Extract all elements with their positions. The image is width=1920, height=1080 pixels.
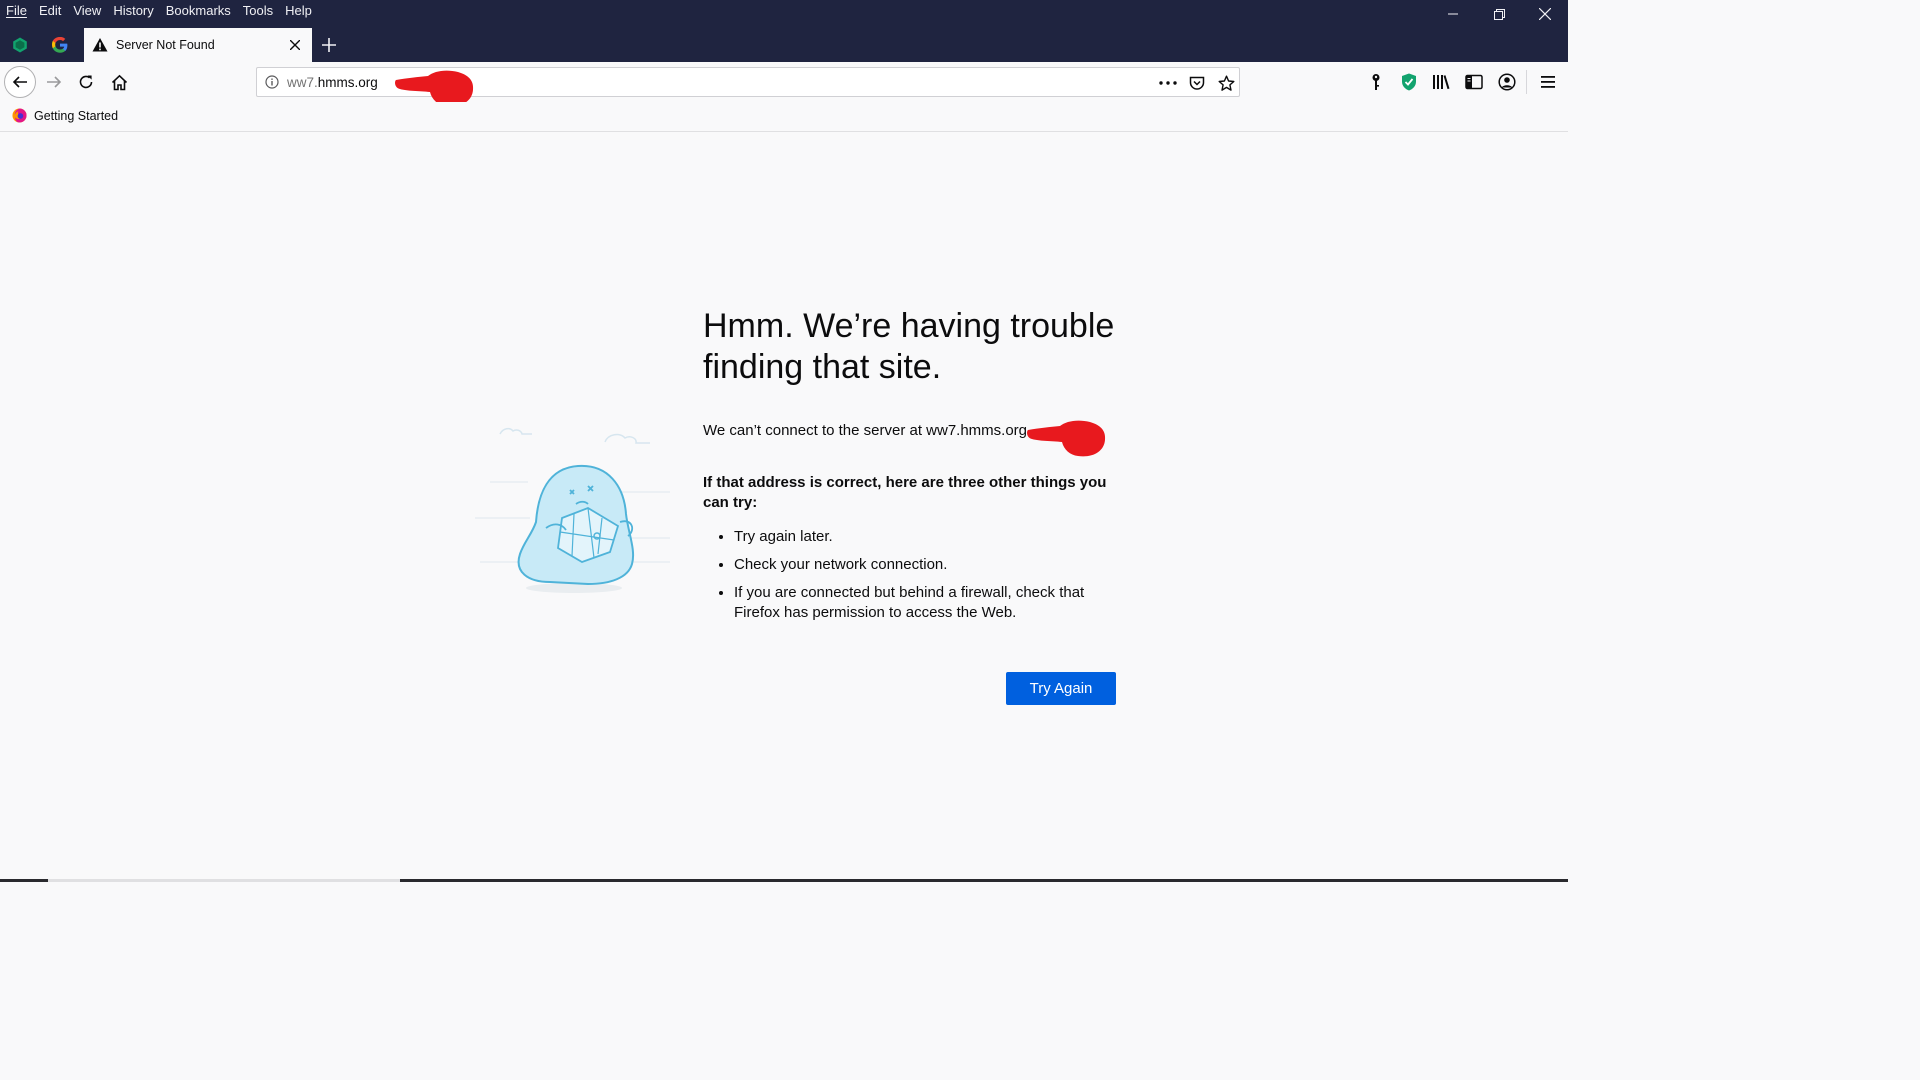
- menu-edit[interactable]: Edit: [33, 0, 67, 22]
- error-title: Hmm. We’re having trouble finding that s…: [703, 307, 1115, 386]
- bookmark-getting-started[interactable]: Getting Started: [12, 108, 118, 123]
- horizontal-scrollbar-thumb[interactable]: [48, 879, 400, 882]
- window-controls: [1430, 0, 1568, 28]
- reload-icon: [79, 75, 93, 89]
- suggestions-heading: If that address is correct, here are thr…: [703, 474, 1107, 511]
- menu-file[interactable]: File: [0, 0, 33, 22]
- navigation-toolbar: ww7.hmms.org: [0, 62, 1568, 102]
- minimize-icon: [1448, 13, 1458, 15]
- warning-icon: [92, 38, 108, 52]
- pinned-tab-google[interactable]: [40, 28, 80, 62]
- close-window-button[interactable]: [1522, 0, 1568, 28]
- menu-history[interactable]: History: [107, 0, 159, 22]
- close-icon: [1539, 8, 1551, 20]
- sidebar-icon: [1465, 74, 1483, 90]
- url-subdomain: ww7.: [287, 75, 318, 90]
- red-annotation-arrow-text: [1027, 420, 1106, 457]
- toolbar-separator: [1526, 70, 1527, 94]
- security-extension-button[interactable]: [1397, 70, 1421, 94]
- menu-bar: File Edit View History Bookmarks Tools H…: [0, 0, 318, 22]
- tab-server-not-found[interactable]: Server Not Found: [84, 28, 312, 62]
- try-again-button[interactable]: Try Again: [1006, 672, 1116, 705]
- menu-button[interactable]: [1536, 70, 1560, 94]
- info-icon[interactable]: [265, 75, 279, 89]
- menu-bookmarks[interactable]: Bookmarks: [160, 0, 237, 22]
- reload-button[interactable]: [70, 66, 102, 98]
- menu-help[interactable]: Help: [279, 0, 318, 22]
- account-button[interactable]: [1495, 70, 1519, 94]
- account-icon: [1498, 73, 1516, 91]
- back-button[interactable]: [4, 66, 36, 98]
- star-icon: [1218, 75, 1234, 91]
- minimize-button[interactable]: [1430, 0, 1476, 28]
- tab-strip: Server Not Found: [0, 28, 346, 62]
- shield-check-icon: [1402, 73, 1416, 91]
- pinned-tab-extension[interactable]: [0, 28, 40, 62]
- tab-title: Server Not Found: [116, 38, 215, 52]
- suggestions-list: Try again later. Check your network conn…: [703, 527, 1123, 623]
- new-tab-button[interactable]: [312, 28, 346, 62]
- home-icon: [111, 74, 127, 90]
- hamburger-menu-icon: [1541, 76, 1555, 88]
- forward-button[interactable]: [38, 66, 70, 98]
- home-button[interactable]: [103, 66, 135, 98]
- pocket-icon: [1189, 76, 1205, 90]
- google-icon: [52, 37, 68, 53]
- close-icon: [290, 40, 300, 50]
- page-actions-button[interactable]: [1157, 72, 1179, 94]
- menu-view[interactable]: View: [67, 0, 107, 22]
- menu-tools[interactable]: Tools: [237, 0, 279, 22]
- key-icon: [1372, 74, 1380, 90]
- library-icon: [1433, 75, 1450, 90]
- suggestion-item: If you are connected but behind a firewa…: [734, 583, 1123, 623]
- error-illustration: [475, 427, 670, 593]
- tab-close-button[interactable]: [286, 36, 304, 54]
- bookmark-label: Getting Started: [34, 108, 119, 123]
- firefox-icon: [12, 108, 27, 123]
- arrow-right-icon: [47, 76, 62, 88]
- library-button[interactable]: [1429, 70, 1453, 94]
- error-message-block: Hmm. We’re having trouble finding that s…: [703, 306, 1123, 631]
- restore-icon: [1493, 8, 1505, 20]
- more-dots-icon: [1159, 81, 1177, 85]
- bookmarks-toolbar: Getting Started: [0, 102, 1568, 132]
- sidebar-button[interactable]: [1462, 70, 1486, 94]
- plus-icon: [322, 38, 336, 52]
- url-domain: hmms.org: [317, 75, 378, 90]
- error-page: Hmm. We’re having trouble finding that s…: [0, 132, 1568, 882]
- pocket-button[interactable]: [1186, 72, 1208, 94]
- restore-button[interactable]: [1476, 0, 1522, 28]
- shield-app-icon: [13, 37, 27, 53]
- arrow-left-icon: [12, 76, 27, 88]
- suggestion-item: Try again later.: [734, 527, 1123, 547]
- url-text: ww7.hmms.org: [287, 75, 378, 90]
- bookmark-star-button[interactable]: [1215, 72, 1237, 94]
- suggestion-item: Check your network connection.: [734, 555, 1123, 575]
- title-bar: File Edit View History Bookmarks Tools H…: [0, 0, 1568, 62]
- password-manager-button[interactable]: [1364, 70, 1388, 94]
